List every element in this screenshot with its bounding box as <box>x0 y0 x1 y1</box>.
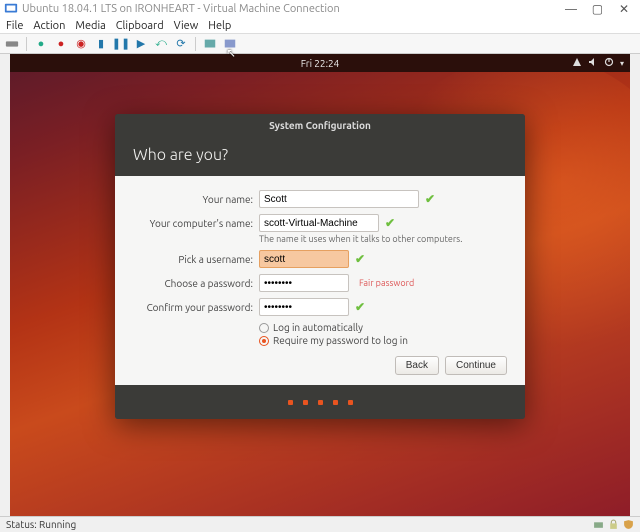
label-confirm: Confirm your password: <box>133 302 253 313</box>
back-button[interactable]: Back <box>395 356 439 375</box>
lock-indicator-icon <box>607 519 619 531</box>
window-controls[interactable]: — ▢ ✕ <box>559 2 636 16</box>
pause-icon[interactable]: ❚❚ <box>113 36 129 52</box>
check-icon: ✔ <box>385 216 395 230</box>
progress-dot <box>303 400 308 405</box>
installer-title: System Configuration <box>115 114 525 136</box>
menu-media[interactable]: Media <box>75 20 105 32</box>
check-icon: ✔ <box>355 252 365 266</box>
username-input[interactable] <box>259 250 349 268</box>
label-password: Choose a password: <box>133 278 253 289</box>
revert-icon[interactable]: ⟳ <box>173 36 189 52</box>
menu-clipboard[interactable]: Clipboard <box>116 20 164 32</box>
close-button[interactable]: ✕ <box>612 2 636 16</box>
network-icon[interactable] <box>572 57 582 69</box>
host-status-bar: Status: Running <box>0 516 640 532</box>
progress-dot <box>333 400 338 405</box>
security-indicator-icon <box>622 519 634 531</box>
minimize-button[interactable]: — <box>559 3 583 16</box>
ctrl-alt-del-icon[interactable] <box>4 36 20 52</box>
shutdown-icon[interactable]: ◉ <box>73 36 89 52</box>
check-icon: ✔ <box>355 300 365 314</box>
installer-heading: Who are you? <box>115 136 525 176</box>
continue-button[interactable]: Continue <box>445 356 507 375</box>
label-require-password: Require my password to log in <box>273 335 408 346</box>
menu-help[interactable]: Help <box>208 20 231 32</box>
confirm-password-input[interactable] <box>259 298 349 316</box>
password-rating: Fair password <box>359 278 414 288</box>
checkpoint-icon[interactable]: ⤺ <box>153 36 169 52</box>
host-titlebar: Ubuntu 18.04.1 LTS on IRONHEART - Virtua… <box>0 0 640 18</box>
installer-progress-dots <box>115 385 525 419</box>
password-input[interactable] <box>259 274 349 292</box>
status-label: Status: Running <box>6 519 76 530</box>
progress-dot <box>318 400 323 405</box>
radio-auto-login[interactable] <box>259 323 269 333</box>
guest-viewport: Fri 22:24 ▾ System Configuration Who are… <box>10 54 630 516</box>
label-name: Your name: <box>133 194 253 205</box>
login-options: Log in automatically Require my password… <box>259 322 507 346</box>
volume-icon[interactable] <box>588 57 598 69</box>
menu-file[interactable]: File <box>6 20 23 32</box>
maximize-button[interactable]: ▢ <box>585 2 609 16</box>
name-input[interactable] <box>259 190 419 208</box>
reset-icon[interactable]: ▶ <box>133 36 149 52</box>
installer-body: Your name: ✔ Your computer's name: ✔ The… <box>115 176 525 385</box>
nic-indicator-icon <box>592 519 604 531</box>
enhanced-session-icon[interactable] <box>202 36 218 52</box>
save-icon[interactable]: ▮ <box>93 36 109 52</box>
check-icon: ✔ <box>425 192 435 206</box>
host-toolbar: ● ● ◉ ▮ ❚❚ ▶ ⤺ ⟳ <box>0 34 640 54</box>
mouse-cursor-icon: ↖ <box>226 46 236 60</box>
menu-view[interactable]: View <box>174 20 199 32</box>
label-auto-login: Log in automatically <box>273 322 363 333</box>
radio-require-password[interactable] <box>259 336 269 346</box>
computer-name-input[interactable] <box>259 214 379 232</box>
progress-dot <box>348 400 353 405</box>
chevron-down-icon[interactable]: ▾ <box>620 59 624 68</box>
menu-action[interactable]: Action <box>33 20 65 32</box>
installer-window: System Configuration Who are you? Your n… <box>115 114 525 419</box>
label-username: Pick a username: <box>133 254 253 265</box>
power-icon[interactable] <box>604 57 614 69</box>
clock[interactable]: Fri 22:24 <box>301 58 340 69</box>
host-title: Ubuntu 18.04.1 LTS on IRONHEART - Virtua… <box>22 3 340 15</box>
turnoff-icon[interactable]: ● <box>53 36 69 52</box>
progress-dot <box>288 400 293 405</box>
gnome-top-bar: Fri 22:24 ▾ <box>10 54 630 72</box>
start-icon[interactable]: ● <box>33 36 49 52</box>
host-menu-bar: File Action Media Clipboard View Help <box>0 18 640 34</box>
label-computer: Your computer's name: <box>133 218 253 229</box>
computer-hint: The name it uses when it talks to other … <box>259 234 507 244</box>
app-icon <box>4 2 18 16</box>
